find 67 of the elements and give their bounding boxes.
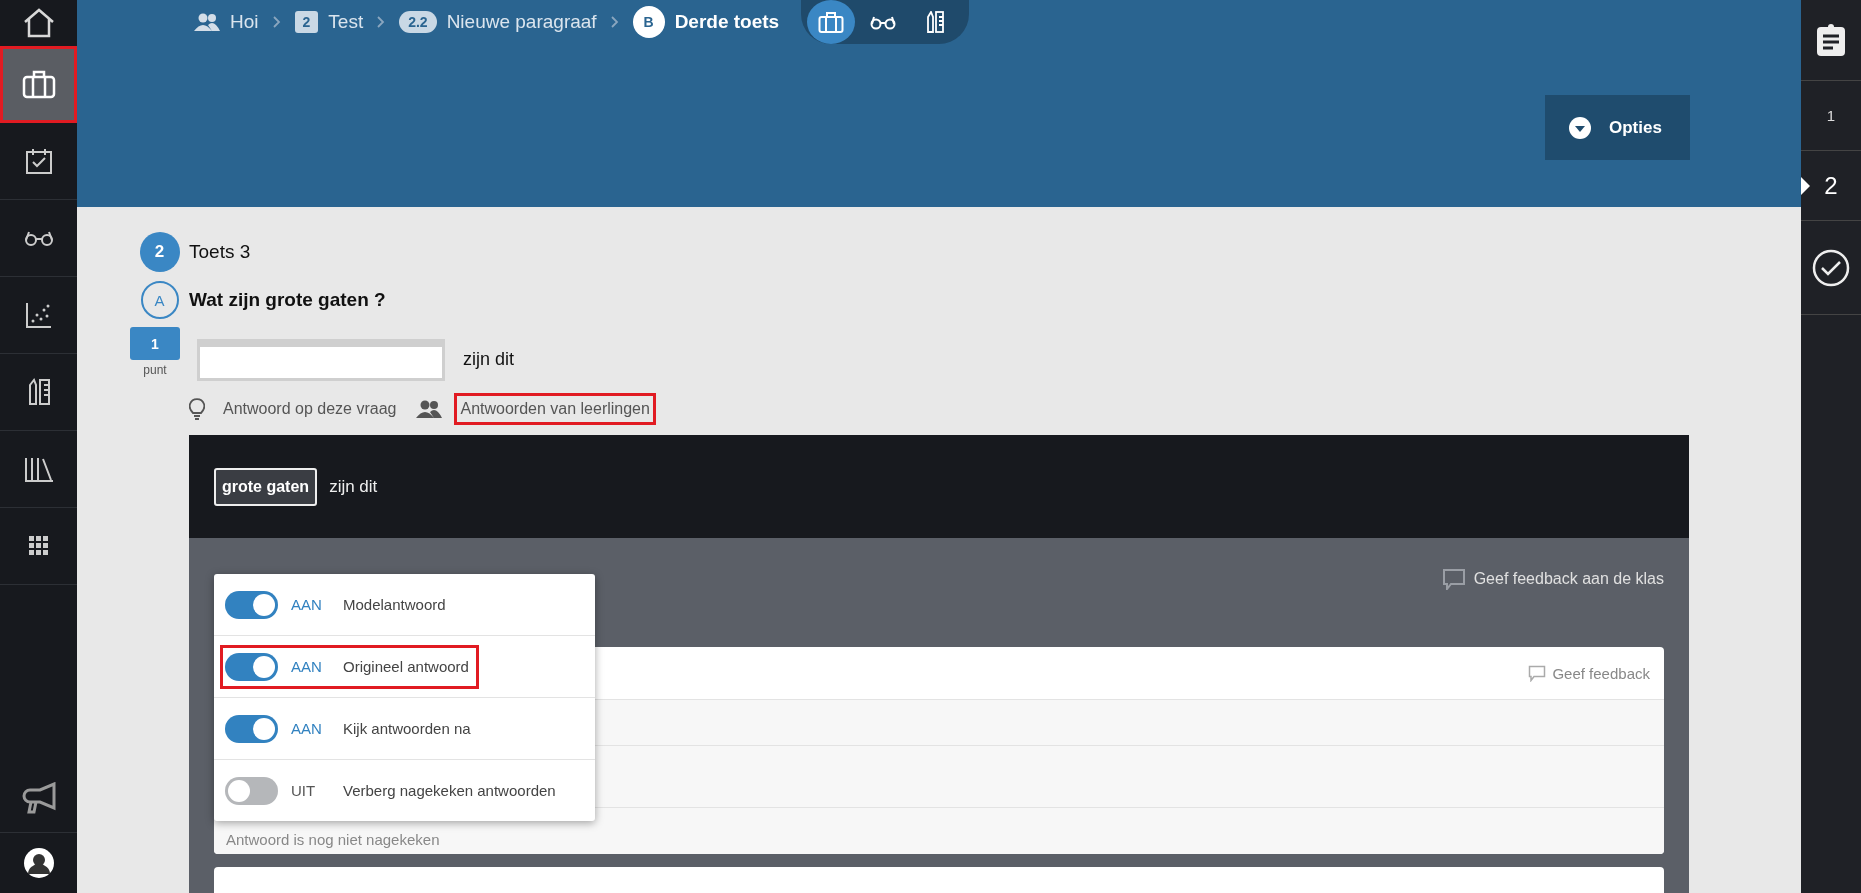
pointer-icon — [1801, 176, 1810, 195]
menu-item[interactable]: AAN Origineel antwoord — [214, 636, 595, 698]
class-feedback-link[interactable]: Geef feedback aan de klas — [1441, 568, 1664, 590]
question-letter: A — [140, 281, 179, 319]
model-answer-text: zijn dit — [329, 476, 378, 497]
pencil-ruler-icon — [926, 11, 945, 33]
people-icon — [194, 13, 220, 31]
people-icon — [416, 400, 443, 418]
menu-item[interactable]: AAN Kijk antwoorden na — [214, 698, 595, 760]
test-badge: B — [632, 6, 665, 38]
glasses-icon — [869, 14, 898, 30]
section-title: Toets 3 — [189, 241, 251, 263]
section-number: 2 — [139, 232, 180, 272]
toggle-switch[interactable] — [225, 652, 278, 681]
answer-link[interactable]: Antwoord op deze vraag — [189, 393, 403, 425]
clipboard-icon — [1816, 23, 1846, 57]
breadcrumb-link[interactable]: Nieuwe paragraaf — [446, 11, 597, 33]
breadcrumb-link[interactable]: Hoi — [230, 11, 259, 33]
toggle-state: AAN — [291, 720, 323, 737]
toggle-state: AAN — [291, 658, 323, 675]
avatar-icon — [23, 848, 54, 878]
answer-status: Antwoord is nog niet nagekeken — [226, 831, 440, 848]
chevron-icon — [272, 16, 281, 28]
options-button[interactable]: Opties — [1545, 95, 1690, 160]
sidebar-item[interactable] — [0, 46, 77, 123]
paragraph-badge: 2.2 — [399, 11, 437, 33]
briefcase-icon — [21, 69, 56, 99]
question-title: Wat zijn grote gaten ? — [189, 289, 386, 311]
menu-item-label: Kijk antwoorden na — [343, 720, 471, 737]
caret-icon — [1569, 116, 1591, 139]
toggle-switch[interactable] — [225, 714, 278, 743]
pencil-ruler-icon — [26, 378, 51, 406]
question-nav-item[interactable]: 2 — [1801, 151, 1861, 221]
student-answers-link[interactable]: Antwoorden van leerlingen — [416, 393, 656, 425]
toggle-switch[interactable] — [225, 590, 278, 619]
menu-item-label: Origineel antwoord — [343, 658, 469, 675]
toggle-state: UIT — [291, 782, 317, 799]
chevron-icon — [610, 16, 619, 28]
toggle-switch[interactable] — [225, 776, 278, 805]
menu-item[interactable]: AAN Modelantwoord — [214, 574, 595, 636]
answer-chip: grote gaten — [214, 467, 318, 506]
lightbulb-icon — [189, 397, 205, 421]
checkmark-circle-icon — [1812, 248, 1850, 287]
chevron-icon — [377, 16, 386, 28]
mode-button[interactable] — [807, 0, 856, 44]
menu-item-label: Modelantwoord — [343, 596, 446, 613]
feedback-link[interactable]: Geef feedback — [1528, 664, 1650, 682]
question-nav-item[interactable]: 1 — [1801, 81, 1861, 151]
points-unit: punt — [143, 363, 167, 377]
toggle-state: AAN — [291, 596, 323, 613]
menu-item[interactable]: UIT Verberg nagekeken antwoorden — [214, 760, 595, 821]
speech-bubble-icon — [1528, 664, 1547, 682]
calendar-check-icon — [24, 147, 53, 175]
chapter-badge: 2 — [294, 11, 319, 33]
megaphone-icon — [21, 782, 56, 814]
briefcase-icon — [818, 11, 845, 33]
answer-field[interactable] — [197, 339, 445, 381]
question-text: zijn dit — [463, 349, 515, 370]
grid-icon — [28, 536, 49, 556]
glasses-icon — [22, 229, 55, 247]
books-icon — [23, 456, 54, 482]
breadcrumb-link[interactable]: Test — [328, 11, 364, 33]
breadcrumb-link[interactable]: Derde toets — [674, 11, 780, 33]
speech-bubble-icon — [1441, 568, 1466, 590]
menu-item-label: Verberg nagekeken antwoorden — [343, 782, 556, 799]
points-badge: 1 — [130, 327, 180, 360]
scatter-chart-icon — [24, 301, 53, 329]
